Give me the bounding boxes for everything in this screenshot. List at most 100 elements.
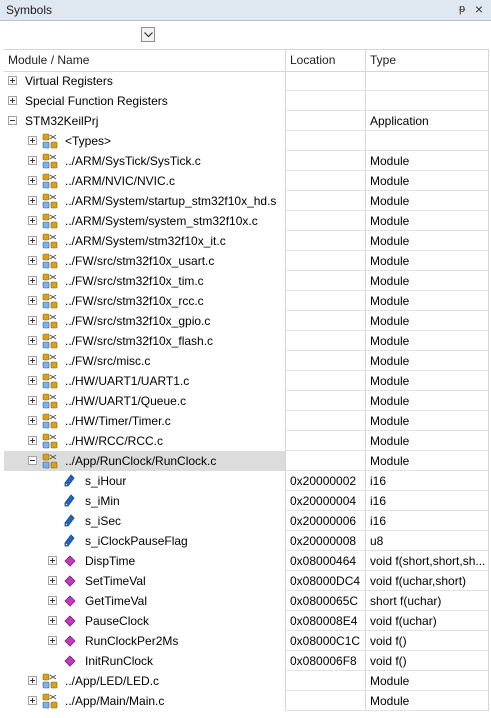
table-row[interactable]: ../FW/src/stm32f10x_flash.c Module [4,331,489,351]
name-cell[interactable]: DispTime [4,551,286,571]
table-row[interactable]: Special Function Registers [4,91,489,111]
name-cell[interactable]: ../ARM/System/startup_stm32f10x_hd.s [4,191,286,211]
expand-icon[interactable] [28,236,37,245]
expand-icon[interactable] [8,76,17,85]
expand-icon[interactable] [8,96,17,105]
symbol-name: Virtual Registers [25,74,113,88]
expand-icon[interactable] [28,416,37,425]
table-row[interactable]: ../ARM/System/startup_stm32f10x_hd.s Modu… [4,191,489,211]
table-row[interactable]: s_iHour 0x20000002 i16 [4,471,489,491]
table-row[interactable]: SetTimeVal 0x08000DC4 void f(uchar,short) [4,571,489,591]
name-cell[interactable]: ../ARM/NVIC/NVIC.c [4,171,286,191]
table-row[interactable]: ../FW/src/misc.c Module [4,351,489,371]
table-row[interactable]: ../ARM/SysTick/SysTick.c Module [4,151,489,171]
name-cell[interactable]: <Types> [4,131,286,151]
table-row[interactable]: ../HW/RCC/RCC.c Module [4,431,489,451]
filter-dropdown[interactable] [141,27,155,42]
expand-icon[interactable] [28,256,37,265]
table-row[interactable]: <Types> [4,131,489,151]
expand-icon[interactable] [48,596,57,605]
expand-icon[interactable] [28,436,37,445]
name-cell[interactable]: ../FW/src/stm32f10x_tim.c [4,271,286,291]
expand-icon[interactable] [28,336,37,345]
table-row[interactable]: ../ARM/System/stm32f10x_it.c Module [4,231,489,251]
name-cell[interactable]: ../App/LED/LED.c [4,671,286,691]
expand-icon[interactable] [28,196,37,205]
name-cell[interactable]: s_iSec [4,511,286,531]
expand-icon[interactable] [28,356,37,365]
table-row[interactable]: ../FW/src/stm32f10x_tim.c Module [4,271,489,291]
name-cell[interactable]: ../App/RunClock/RunClock.c [4,451,286,471]
expand-icon[interactable] [28,276,37,285]
expand-icon[interactable] [28,296,37,305]
name-cell[interactable]: ../FW/src/stm32f10x_flash.c [4,331,286,351]
name-cell[interactable]: GetTimeVal [4,591,286,611]
name-cell[interactable]: ../ARM/System/system_stm32f10x.c [4,211,286,231]
expand-icon[interactable] [28,216,37,225]
table-row[interactable]: ../ARM/System/system_stm32f10x.c Module [4,211,489,231]
location-cell [286,371,366,391]
expand-icon[interactable] [28,316,37,325]
name-cell[interactable]: ../FW/src/stm32f10x_rcc.c [4,291,286,311]
expand-icon[interactable] [28,136,37,145]
table-row[interactable]: ../ARM/NVIC/NVIC.c Module [4,171,489,191]
table-row[interactable]: ../FW/src/stm32f10x_gpio.c Module [4,311,489,331]
name-cell[interactable]: Special Function Registers [4,91,286,111]
expand-icon[interactable] [48,636,57,645]
name-cell[interactable]: RunClockPer2Ms [4,631,286,651]
name-cell[interactable]: s_iHour [4,471,286,491]
name-cell[interactable]: STM32KeilPrj [4,111,286,131]
name-cell[interactable]: ../HW/UART1/Queue.c [4,391,286,411]
expand-icon[interactable] [28,676,37,685]
table-row[interactable]: ../FW/src/stm32f10x_rcc.c Module [4,291,489,311]
table-row[interactable]: DispTime 0x08000464 void f(short,short,sh.… [4,551,489,571]
column-header-location[interactable]: Location [286,50,366,71]
collapse-icon[interactable] [8,116,17,125]
name-cell[interactable]: PauseClock [4,611,286,631]
table-row[interactable]: Virtual Registers [4,71,489,91]
table-row[interactable]: ../FW/src/stm32f10x_usart.c Module [4,251,489,271]
expand-icon[interactable] [48,556,57,565]
expand-icon[interactable] [28,396,37,405]
table-row[interactable]: InitRunClock 0x080006F8 void f() [4,651,489,671]
table-row[interactable]: PauseClock 0x080008E4 void f(uchar) [4,611,489,631]
table-row[interactable]: ../HW/UART1/Queue.c Module [4,391,489,411]
table-row[interactable]: s_iSec 0x20000006 i16 [4,511,489,531]
table-row[interactable]: ../HW/Timer/Timer.c Module [4,411,489,431]
name-cell[interactable]: ../FW/src/stm32f10x_usart.c [4,251,286,271]
name-cell[interactable]: ../FW/src/misc.c [4,351,286,371]
name-cell[interactable]: ../App/Main/Main.c [4,691,286,711]
name-cell[interactable]: ../HW/RCC/RCC.c [4,431,286,451]
name-cell[interactable]: ../HW/UART1/UART1.c [4,371,286,391]
column-header-name[interactable]: Module / Name [4,50,286,71]
expand-icon[interactable] [28,376,37,385]
pin-icon[interactable]: ᵽ [455,2,469,16]
name-cell[interactable]: SetTimeVal [4,571,286,591]
name-cell[interactable]: ../ARM/SysTick/SysTick.c [4,151,286,171]
table-row[interactable]: ../App/LED/LED.c Module [4,671,489,691]
expand-icon[interactable] [48,616,57,625]
collapse-icon[interactable] [28,456,37,465]
name-cell[interactable]: s_iClockPauseFlag [4,531,286,551]
column-header-type[interactable]: Type [366,50,489,71]
table-row[interactable]: GetTimeVal 0x0800065C short f(uchar) [4,591,489,611]
table-row[interactable]: s_iMin 0x20000004 i16 [4,491,489,511]
table-row[interactable]: ../App/Main/Main.c Module [4,691,489,711]
table-row[interactable]: STM32KeilPrj Application [4,111,489,131]
name-cell[interactable]: s_iMin [4,491,286,511]
name-cell[interactable]: ../HW/Timer/Timer.c [4,411,286,431]
expand-icon[interactable] [28,156,37,165]
close-icon[interactable]: × [472,2,486,16]
table-row[interactable]: ../HW/UART1/UART1.c Module [4,371,489,391]
table-row[interactable]: ../App/RunClock/RunClock.c Module [4,451,489,471]
name-cell[interactable]: Virtual Registers [4,71,286,91]
table-row[interactable]: s_iClockPauseFlag 0x20000008 u8 [4,531,489,551]
expand-icon[interactable] [48,576,57,585]
expand-icon[interactable] [28,176,37,185]
location-cell [286,331,366,351]
name-cell[interactable]: InitRunClock [4,651,286,671]
name-cell[interactable]: ../ARM/System/stm32f10x_it.c [4,231,286,251]
expand-icon[interactable] [28,696,37,705]
table-row[interactable]: RunClockPer2Ms 0x08000C1C void f() [4,631,489,651]
name-cell[interactable]: ../FW/src/stm32f10x_gpio.c [4,311,286,331]
